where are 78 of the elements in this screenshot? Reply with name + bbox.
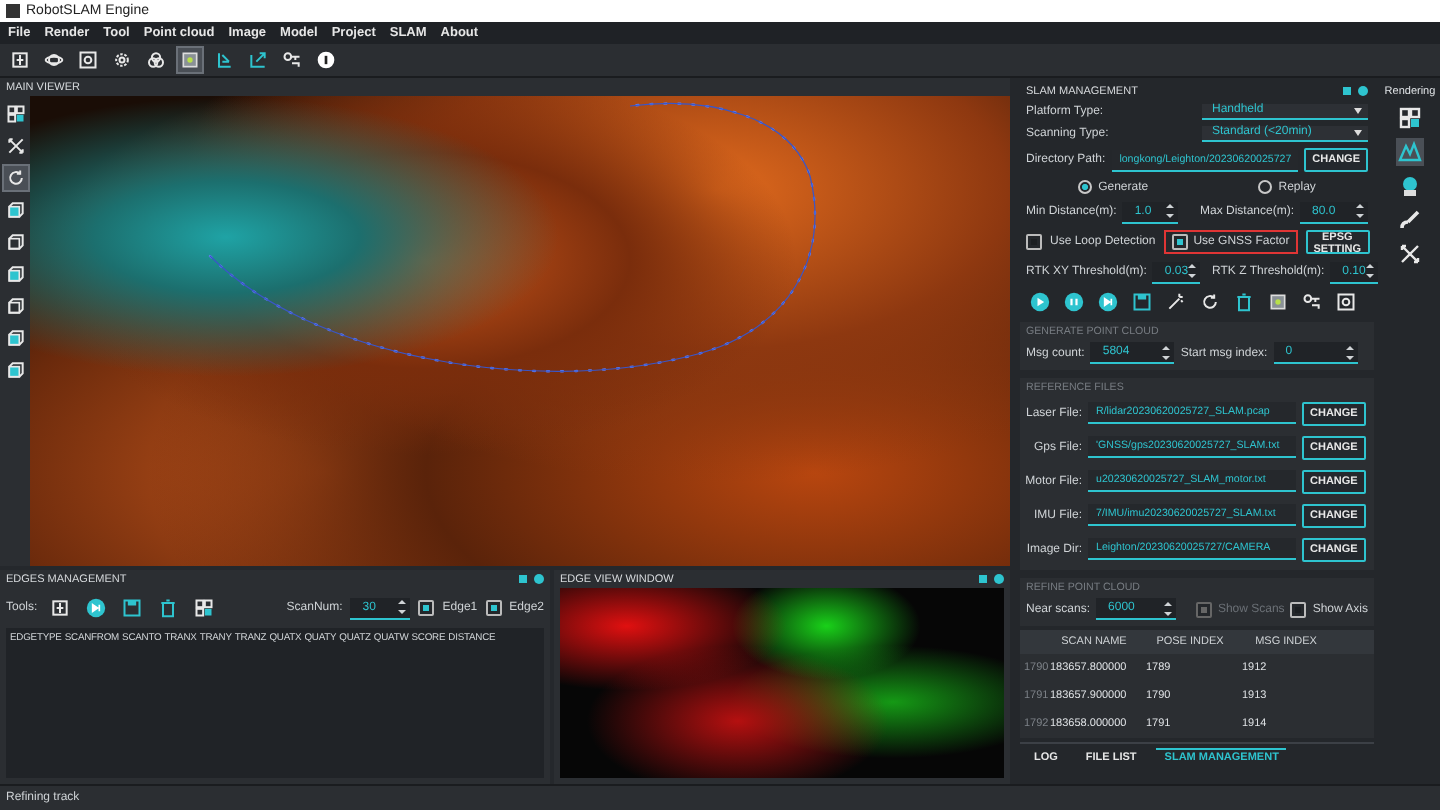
save-icon: [121, 596, 142, 620]
skip-icon: [1098, 290, 1118, 314]
cube-icon: [5, 326, 25, 350]
toolbar-button[interactable]: [176, 46, 204, 74]
checkbox[interactable]: [1290, 601, 1307, 617]
cross-arrows-icon: [5, 134, 25, 158]
frame-icon: [49, 596, 70, 620]
cube-icon: [5, 358, 25, 382]
grid-icon: [193, 596, 214, 620]
frame-icon: [10, 48, 30, 72]
checkbox[interactable]: [1171, 234, 1188, 250]
toolbar-button[interactable]: [74, 46, 102, 74]
orbit-icon: [44, 48, 64, 72]
spin-arrows-icon: [398, 598, 407, 616]
spin-arrows-icon: [1356, 202, 1364, 220]
toolbar-button[interactable]: [312, 46, 340, 74]
spin-arrows-icon: [1164, 599, 1173, 617]
float-icon: [978, 574, 988, 584]
robot-icon: [1398, 174, 1422, 198]
caret-icon: [1354, 107, 1362, 113]
key-icon: [1302, 290, 1322, 314]
screen-icon: [1268, 290, 1288, 314]
trash-icon: [1234, 290, 1254, 314]
checkbox[interactable]: [485, 600, 502, 616]
rotate-icon: [5, 166, 25, 190]
skip-icon: [85, 596, 106, 620]
settings-icon: [112, 48, 132, 72]
cube-icon: [5, 198, 25, 222]
wand-icon: [1166, 290, 1186, 314]
play-icon: [1030, 290, 1050, 314]
screen-icon: [180, 48, 200, 72]
export-icon: [248, 48, 268, 72]
radio-button[interactable]: [1078, 180, 1093, 194]
key-icon: [282, 48, 302, 72]
grid-icon: [5, 102, 25, 126]
toolbar-button[interactable]: [6, 46, 34, 74]
pause-icon: [1064, 290, 1084, 314]
save-icon: [1132, 290, 1152, 314]
close-icon: [994, 574, 1004, 584]
tool-icon: [1398, 106, 1422, 130]
cube-icon: [5, 230, 25, 254]
spin-arrows-icon: [1365, 262, 1374, 280]
app-icon: [6, 4, 20, 18]
mountain-icon: [1398, 140, 1422, 164]
rendering-button[interactable]: [1396, 206, 1424, 234]
checkbox[interactable]: [1026, 234, 1042, 250]
radio-button[interactable]: [1258, 180, 1273, 194]
action-button[interactable]: [1094, 288, 1122, 316]
toolbar-button[interactable]: [244, 46, 272, 74]
image-icon: [1336, 290, 1356, 314]
undo-icon: [1200, 290, 1220, 314]
cube-icon: [5, 262, 25, 286]
trash-icon: [157, 596, 178, 620]
import-icon: [214, 48, 234, 72]
action-button[interactable]: [1332, 288, 1360, 316]
axes-icon: [1398, 242, 1422, 266]
float-icon: [518, 574, 528, 584]
brush-icon: [1398, 208, 1422, 232]
spin-arrows-icon: [1188, 262, 1197, 280]
action-button[interactable]: [1060, 288, 1088, 316]
rendering-button[interactable]: [1396, 240, 1424, 268]
circles-icon: [146, 48, 166, 72]
rendering-button[interactable]: [1396, 104, 1424, 132]
edge-tool-button[interactable]: [81, 594, 110, 622]
toolbar-button[interactable]: [142, 46, 170, 74]
close-icon: [534, 574, 544, 584]
float-icon: [1342, 86, 1352, 96]
view-tool-button[interactable]: [1, 164, 29, 192]
checkbox[interactable]: [418, 600, 435, 616]
spin-arrows-icon: [1345, 343, 1354, 361]
action-button[interactable]: [1026, 288, 1054, 316]
close-icon: [1358, 86, 1368, 96]
cube-icon: [5, 294, 25, 318]
caret-icon: [1354, 129, 1362, 135]
spin-arrows-icon: [1162, 343, 1171, 361]
spin-arrows-icon: [1166, 202, 1175, 220]
zoom-icon: [78, 48, 98, 72]
action-button[interactable]: [1128, 288, 1156, 316]
